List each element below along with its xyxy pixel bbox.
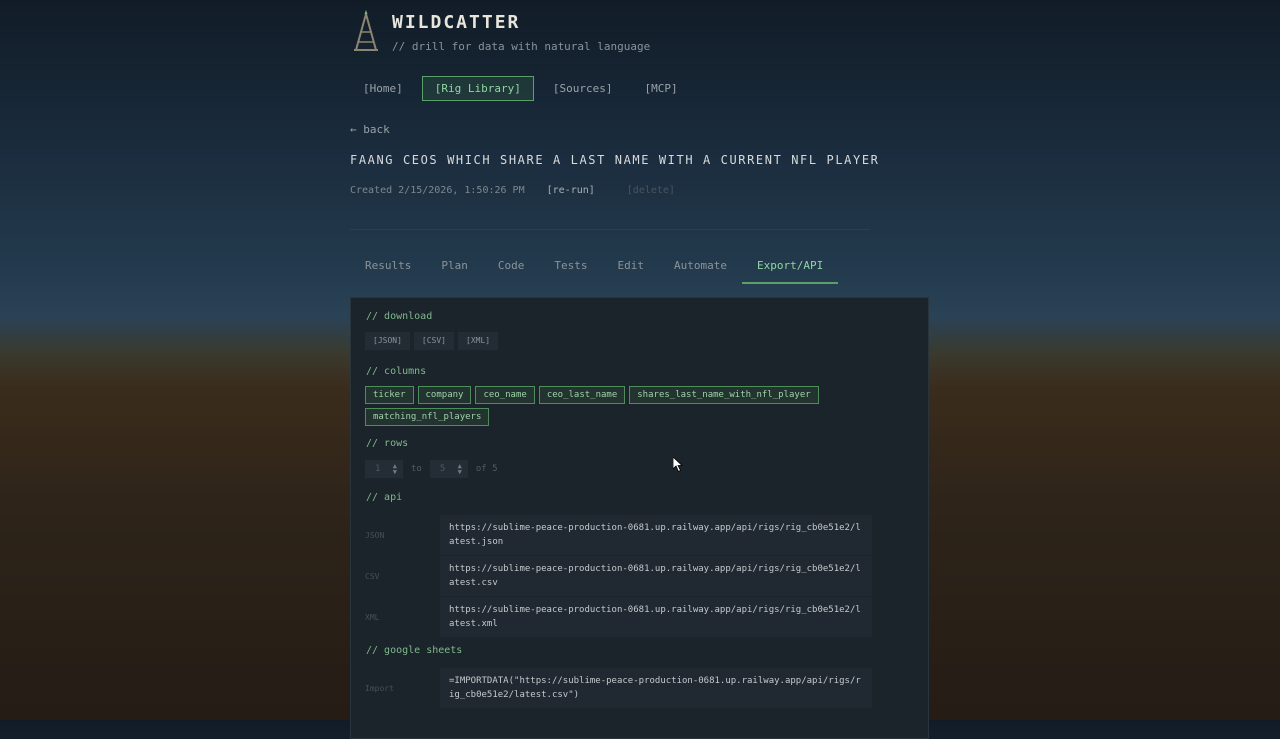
rows-to-stepper[interactable]: 5 ▲ ▼	[429, 460, 468, 478]
tab-tests[interactable]: Tests	[539, 256, 602, 284]
sheets-import-label: Import	[365, 683, 394, 693]
nav-sources[interactable]: [Sources]	[540, 76, 626, 101]
column-chip-shares-last-name[interactable]: shares_last_name_with_nfl_player	[629, 386, 819, 404]
back-link[interactable]: ← back	[350, 123, 390, 136]
stepper-arrows-icon[interactable]: ▲ ▼	[393, 463, 397, 476]
rows-heading: // rows	[366, 438, 409, 449]
rig-title: FAANG CEOs which share a last name with …	[350, 153, 880, 167]
tab-export-api[interactable]: Export/API	[741, 256, 839, 284]
download-csv-button[interactable]: [CSV]	[413, 332, 454, 350]
column-chip-matching-nfl-players[interactable]: matching_nfl_players	[365, 408, 490, 426]
export-panel: // download [JSON] [CSV] [XML] // column…	[350, 297, 929, 739]
download-json-button[interactable]: [JSON]	[365, 332, 410, 350]
download-xml-button[interactable]: [XML]	[458, 332, 499, 350]
column-chip-ceo-name[interactable]: ceo_name	[475, 386, 535, 404]
top-nav: [Home] [Rig Library] [Sources] [MCP]	[350, 76, 691, 101]
rig-tabs: Results Plan Code Tests Edit Automate Ex…	[350, 256, 839, 284]
download-buttons: [JSON] [CSV] [XML]	[365, 332, 499, 350]
rig-meta: Created 2/15/2026, 1:50:26 PM [re-run] […	[350, 185, 675, 196]
api-row-xml: XML https://sublime-peace-production-068…	[365, 597, 872, 637]
column-chips: ticker company ceo_name ceo_last_name sh…	[365, 386, 835, 426]
app-tagline: // drill for data with natural language	[392, 40, 651, 53]
api-url-json[interactable]: https://sublime-peace-production-0681.up…	[440, 515, 872, 555]
tab-results[interactable]: Results	[350, 256, 426, 284]
api-row-csv: CSV https://sublime-peace-production-068…	[365, 556, 872, 596]
rows-to-value: 5	[439, 464, 446, 474]
columns-heading: // columns	[366, 366, 427, 377]
divider	[350, 229, 870, 230]
column-chip-ceo-last-name[interactable]: ceo_last_name	[538, 386, 626, 404]
nav-rig-library[interactable]: [Rig Library]	[421, 76, 534, 101]
mouse-cursor-icon	[673, 457, 683, 473]
tab-code[interactable]: Code	[483, 256, 540, 284]
api-heading: // api	[366, 492, 403, 503]
rows-from-value: 1	[375, 464, 381, 474]
download-heading: // download	[366, 311, 433, 322]
api-label-csv: CSV	[365, 571, 380, 581]
app-brand: WILDCATTER	[392, 12, 521, 33]
derrick-logo-icon	[354, 10, 378, 51]
stepper-arrows-icon[interactable]: ▲ ▼	[458, 463, 462, 476]
tab-automate[interactable]: Automate	[659, 256, 742, 284]
rows-to-label: to	[411, 464, 422, 474]
api-url-xml[interactable]: https://sublime-peace-production-0681.up…	[440, 597, 872, 637]
sheets-row: Import =IMPORTDATA("https://sublime-peac…	[365, 668, 872, 708]
api-label-xml: XML	[365, 612, 380, 622]
delete-button[interactable]: [delete]	[627, 185, 675, 196]
api-label-json: JSON	[365, 530, 385, 540]
api-url-csv[interactable]: https://sublime-peace-production-0681.up…	[440, 556, 872, 596]
row-range: 1 ▲ ▼ to 5 ▲ ▼ of 5	[365, 460, 498, 478]
created-timestamp: Created 2/15/2026, 1:50:26 PM	[350, 185, 525, 196]
nav-home[interactable]: [Home]	[350, 76, 416, 101]
sheets-formula[interactable]: =IMPORTDATA("https://sublime-peace-produ…	[440, 668, 872, 708]
rows-from-stepper[interactable]: 1 ▲ ▼	[365, 460, 403, 478]
nav-mcp[interactable]: [MCP]	[631, 76, 690, 101]
rerun-button[interactable]: [re-run]	[547, 185, 595, 196]
column-chip-company[interactable]: company	[417, 386, 472, 404]
rows-total: of 5	[475, 464, 498, 474]
column-chip-ticker[interactable]: ticker	[365, 386, 414, 404]
tab-plan[interactable]: Plan	[426, 256, 483, 284]
tab-edit[interactable]: Edit	[602, 256, 659, 284]
api-row-json: JSON https://sublime-peace-production-06…	[365, 515, 872, 555]
google-sheets-heading: // google sheets	[366, 645, 463, 656]
